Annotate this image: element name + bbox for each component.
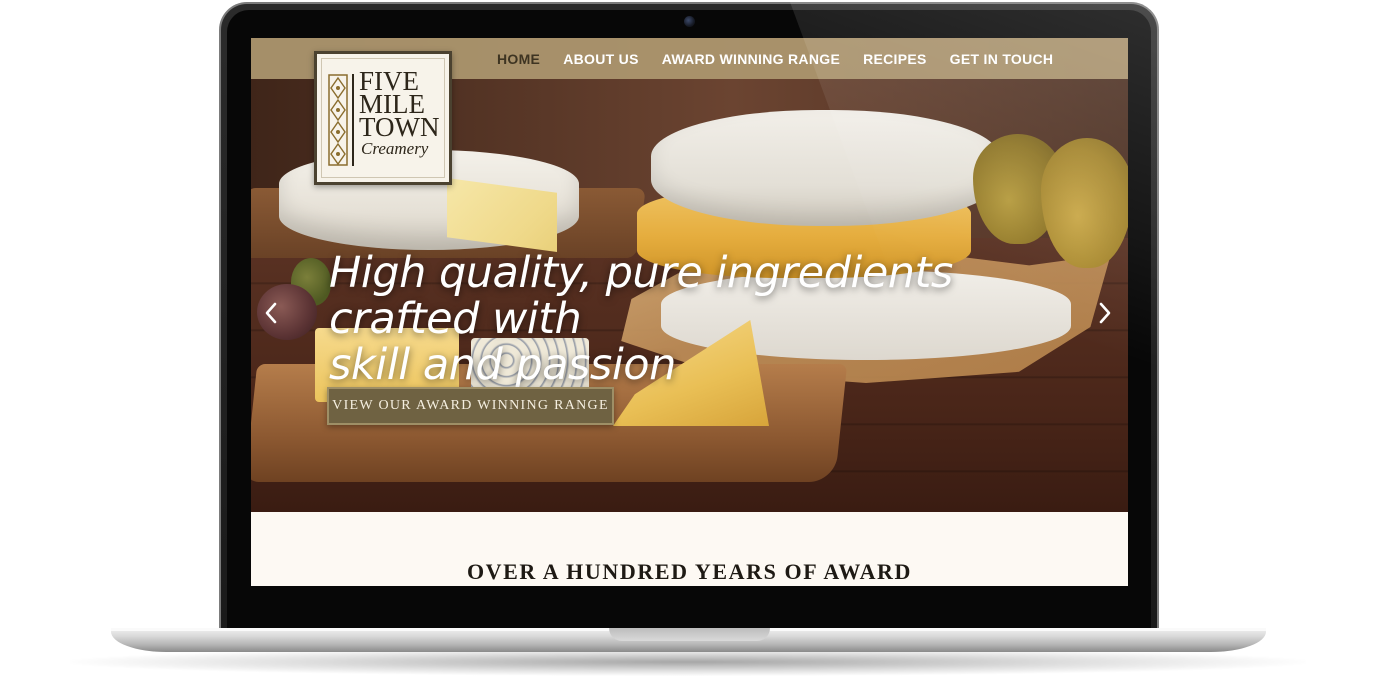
site-logo[interactable]: FIVE MILE TOWN Creamery <box>314 51 452 185</box>
logo-subtitle: Creamery <box>361 139 429 158</box>
slider-next-button[interactable] <box>1093 296 1117 330</box>
logo-wordmark: FIVE MILE TOWN Creamery <box>359 68 445 159</box>
nav-item-home[interactable]: HOME <box>497 51 540 67</box>
nav-item-about-us[interactable]: ABOUT US <box>563 51 639 67</box>
hero-headline: High quality, pure ingredients crafted w… <box>329 250 1069 388</box>
laptop-notch <box>609 628 770 641</box>
intro-heading: OVER A HUNDRED YEARS OF AWARD <box>466 559 913 584</box>
hero-headline-line: High quality, pure ingredients crafted w… <box>329 248 953 344</box>
logo-line: TOWN <box>359 112 440 142</box>
celtic-ornament-icon <box>328 74 348 166</box>
view-range-button[interactable]: VIEW OUR AWARD WINNING RANGE <box>327 387 614 425</box>
hero-cheese <box>651 110 999 226</box>
nav-item-recipes[interactable]: RECIPES <box>863 51 927 67</box>
logo-divider <box>352 74 354 166</box>
chevron-right-icon <box>1099 302 1111 324</box>
laptop-shadow <box>70 648 1306 676</box>
chevron-left-icon <box>265 302 277 324</box>
browser-viewport: High quality, pure ingredients crafted w… <box>251 38 1128 586</box>
intro-section: OVER A HUNDRED YEARS OF AWARD <box>251 512 1128 586</box>
webcam-icon <box>684 16 695 27</box>
slider-prev-button[interactable] <box>259 296 283 330</box>
nav-item-award-winning-range[interactable]: AWARD WINNING RANGE <box>662 51 840 67</box>
nav-item-get-in-touch[interactable]: GET IN TOUCH <box>950 51 1054 67</box>
hero-headline-line: skill and passion <box>329 340 676 390</box>
nav-menu: HOME ABOUT US AWARD WINNING RANGE RECIPE… <box>497 38 1053 79</box>
